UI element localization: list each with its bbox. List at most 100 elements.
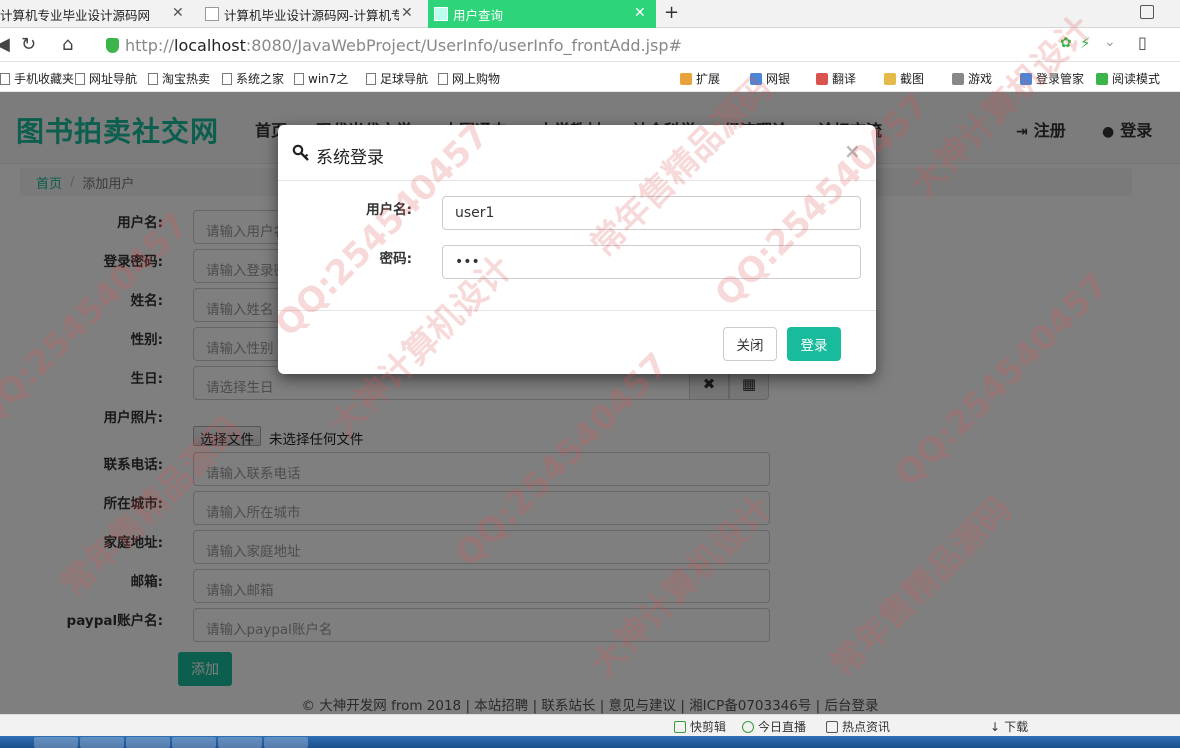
bookmark-label: 淘宝热卖: [162, 72, 211, 86]
live-icon: [742, 720, 754, 733]
tab-label: 用户查询: [453, 7, 504, 23]
toolbar-screenshot[interactable]: 截图: [884, 70, 924, 87]
page-icon: [438, 72, 448, 85]
bookmark-system[interactable]: 系统之家: [222, 70, 284, 87]
page-icon: [205, 7, 219, 21]
address-bar: ◀ ↻ ⌂ http:// localhost :8080/JavaWebPro…: [0, 28, 1180, 62]
bookmark-label: 足球导航: [380, 72, 429, 86]
bookmark-nav[interactable]: 网址导航: [75, 70, 137, 87]
status-live[interactable]: 今日直播: [742, 718, 806, 735]
key-icon: [1020, 72, 1032, 85]
status-news[interactable]: 热点资讯: [826, 718, 890, 735]
toolbar-label: 游戏: [968, 72, 993, 86]
bookmark-mobile[interactable]: 手机收藏夹: [0, 70, 74, 87]
new-tab-button[interactable]: +: [664, 2, 679, 23]
gamepad-icon: [952, 72, 964, 85]
bookmark-label: 网上购物: [452, 72, 501, 86]
bookmark-shopping[interactable]: 网上购物: [438, 70, 500, 87]
toolbar-label: 登录管家: [1036, 72, 1085, 86]
bookmarks-bar: 手机收藏夹 网址导航 淘宝热卖 系统之家 win7之 足球导航 网上购物 扩展 …: [0, 62, 1180, 92]
page-icon: [148, 72, 158, 85]
reload-icon[interactable]: ↻: [21, 34, 36, 55]
dialog-password-label: 密码:: [379, 251, 412, 267]
dialog-password-input[interactable]: •••: [442, 245, 861, 279]
browser-tab-bar: 计算机专业毕业设计源码网 ✕ 计算机毕业设计源码网-计算机专 ✕ 用户查询 ✕ …: [0, 0, 1180, 28]
book-icon: [1096, 72, 1108, 85]
tab-label: 计算机专业毕业设计源码网: [0, 7, 151, 23]
bank-icon: [750, 72, 762, 85]
login-button[interactable]: 登录: [787, 327, 841, 361]
close-icon[interactable]: ×: [844, 139, 861, 163]
status-label: 下载: [1004, 720, 1029, 734]
page-icon: [434, 7, 448, 21]
url-host: localhost: [174, 35, 246, 55]
tab-close-icon[interactable]: ✕: [634, 5, 646, 21]
back-icon[interactable]: ◀: [0, 34, 10, 55]
tab-close-icon[interactable]: ✕: [172, 5, 184, 21]
key-icon: [292, 144, 309, 161]
bookmark-win7[interactable]: win7之: [294, 70, 348, 87]
page-icon: [294, 72, 304, 85]
bookmark-label: 手机收藏夹: [14, 72, 75, 86]
url-field[interactable]: http:// localhost :8080/JavaWebProject/U…: [100, 32, 1130, 58]
taskbar-item[interactable]: [172, 737, 216, 748]
lightning-icon[interactable]: ⚡: [1080, 34, 1091, 52]
login-dialog: 系统登录 × 用户名: user1 密码: ••• 关闭 登录: [278, 125, 876, 374]
refresh-green-icon[interactable]: ✿: [1060, 35, 1072, 51]
toolbar-label: 网银: [766, 72, 791, 86]
url-prefix: http://: [125, 35, 175, 55]
toolbar-extensions[interactable]: 扩展: [680, 70, 720, 87]
secure-shield-icon: [106, 37, 119, 53]
toolbar-translate[interactable]: 翻译: [816, 70, 856, 87]
status-label: 快剪辑: [690, 720, 727, 734]
dropdown-icon[interactable]: ⌄: [1104, 34, 1116, 50]
dialog-header: 系统登录 ×: [278, 125, 876, 181]
taskbar-item[interactable]: [34, 737, 78, 748]
toolbar-label: 截图: [900, 72, 925, 86]
bookmark-label: 系统之家: [236, 72, 285, 86]
tab-label: 计算机毕业设计源码网-计算机专: [224, 7, 399, 23]
taskbar-item[interactable]: [264, 737, 308, 748]
close-button[interactable]: 关闭: [723, 327, 777, 361]
taskbar-item[interactable]: [126, 737, 170, 748]
taskbar-item[interactable]: [80, 737, 124, 748]
browser-tab-2[interactable]: 计算机毕业设计源码网-计算机专 ✕: [205, 0, 425, 28]
os-taskbar: [0, 736, 1180, 748]
bookmark-taobao[interactable]: 淘宝热卖: [148, 70, 210, 87]
status-quick-edit[interactable]: 快剪辑: [674, 718, 726, 735]
page-icon: [366, 72, 376, 85]
extensions-icon: [680, 72, 692, 85]
tab-menu-icon[interactable]: [1140, 5, 1154, 19]
taskbar-item[interactable]: [218, 737, 262, 748]
dialog-footer: 关闭 登录: [278, 310, 876, 374]
scissors-icon: [884, 72, 896, 85]
browser-status-bar: 快剪辑 今日直播 热点资讯 ↓ 下载: [0, 714, 1180, 736]
dialog-title: 系统登录: [316, 148, 384, 168]
status-label: 热点资讯: [842, 720, 891, 734]
toolbar-reader[interactable]: 阅读模式: [1096, 70, 1160, 87]
dialog-username-label: 用户名:: [366, 202, 412, 218]
toolbar-games[interactable]: 游戏: [952, 70, 992, 87]
download-icon: ↓: [990, 719, 1001, 734]
home-icon[interactable]: ⌂: [62, 34, 73, 55]
tab-close-icon[interactable]: ✕: [401, 5, 413, 21]
browser-tab-3[interactable]: 用户查询 ✕: [428, 0, 656, 28]
translate-icon: [816, 72, 828, 85]
url-path: :8080/JavaWebProject/UserInfo/userInfo_f…: [245, 35, 682, 55]
bookmark-label: 网址导航: [89, 72, 138, 86]
page-icon: [0, 72, 10, 85]
toolbar-label: 翻译: [832, 72, 857, 86]
status-download[interactable]: ↓ 下载: [990, 718, 1028, 735]
dialog-username-input[interactable]: user1: [442, 196, 861, 230]
status-label: 今日直播: [758, 720, 807, 734]
bookmark-label: win7之: [308, 72, 349, 86]
page-icon: [75, 72, 85, 85]
play-icon: [674, 720, 686, 733]
page-icon: [222, 72, 232, 85]
bookmark-football[interactable]: 足球导航: [366, 70, 428, 87]
toolbar-bank[interactable]: 网银: [750, 70, 790, 87]
toolbar-label: 阅读模式: [1112, 72, 1161, 86]
toolbar-login-manager[interactable]: 登录管家: [1020, 70, 1084, 87]
browser-tab-1[interactable]: 计算机专业毕业设计源码网 ✕: [0, 0, 190, 28]
mobile-icon[interactable]: ▯: [1138, 33, 1147, 52]
